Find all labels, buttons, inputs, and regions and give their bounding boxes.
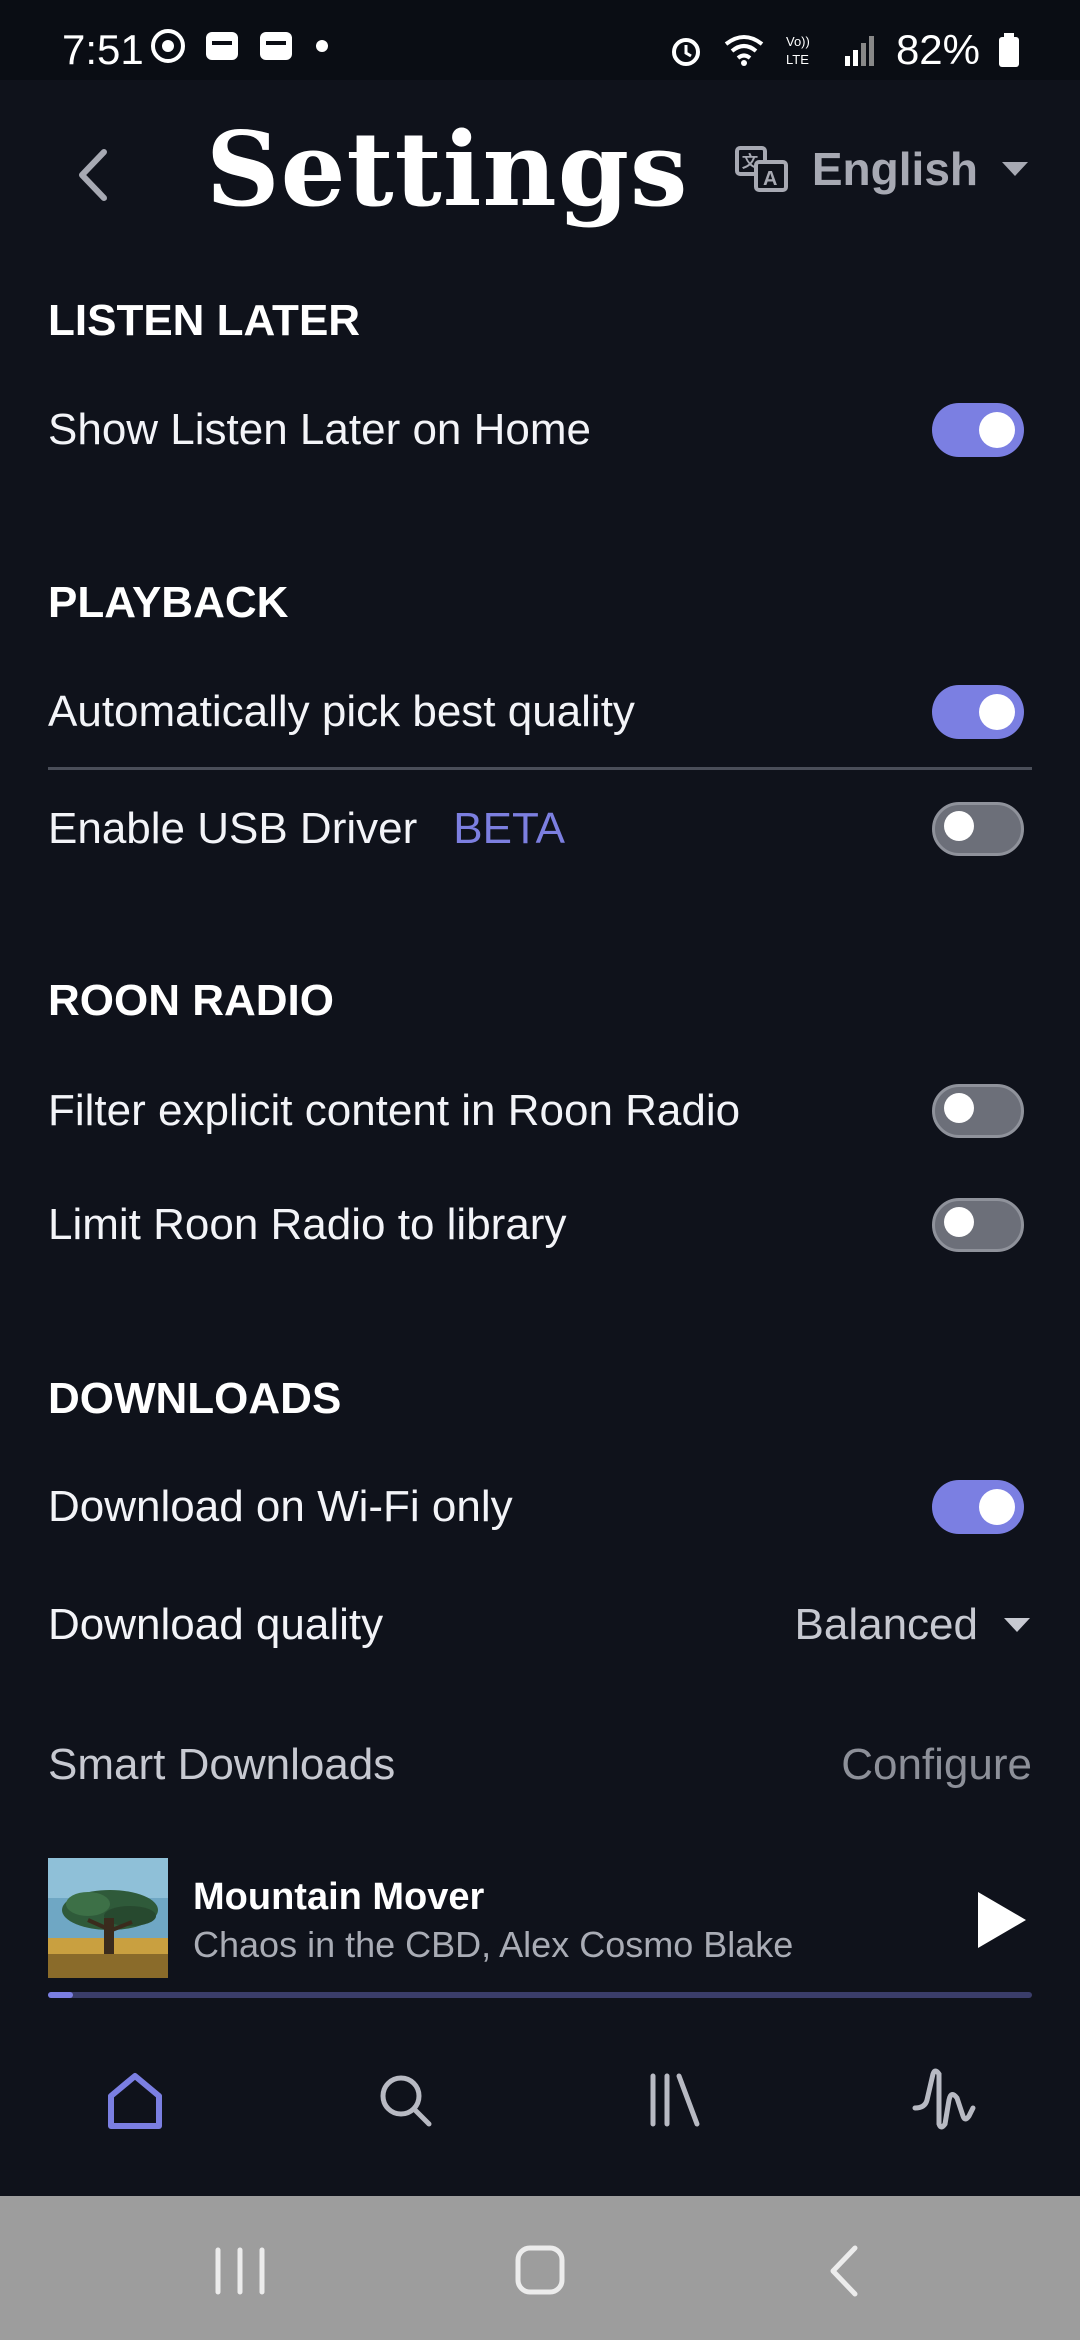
svg-text:LTE: LTE [786,52,809,67]
setting-wifi-only: Download on Wi-Fi only [48,1462,1032,1552]
setting-filter-explicit: Filter explicit content in Roon Radio [48,1066,1032,1156]
setting-smart-downloads: Smart Downloads Configure [48,1720,1032,1810]
setting-label: Download on Wi-Fi only [48,1482,513,1531]
battery-icon [999,33,1019,67]
chevron-down-icon [1004,1618,1030,1632]
battery-percent: 82% [895,26,980,73]
toggle-knob [979,694,1015,730]
signal-icon [844,36,874,66]
beta-badge: BETA [453,804,565,853]
svg-text:Vo)): Vo)) [786,34,810,49]
setting-label: Smart Downloads [48,1740,396,1789]
setting-download-quality[interactable]: Download quality Balanced [48,1580,1032,1670]
message-icon [206,32,238,60]
page-title: Settings [206,110,689,230]
search-icon[interactable] [365,2060,445,2140]
toggle-auto-quality[interactable] [932,685,1024,739]
toggle-show-listen-later[interactable] [932,403,1024,457]
setting-label: Filter explicit content in Roon Radio [48,1086,741,1135]
section-title-downloads: DOWNLOADS [48,1374,342,1423]
track-artist: Chaos in the CBD, Alex Cosmo Blake [193,1924,794,1965]
chevron-down-icon [1002,162,1028,176]
setting-label: Enable USB Driver [48,804,418,853]
home-icon[interactable] [95,2060,175,2140]
configure-button[interactable]: Configure [841,1740,1032,1790]
alarm-icon [671,38,700,66]
playback-progress-bar[interactable] [48,1992,1032,1998]
section-title-roon-radio: ROON RADIO [48,976,334,1025]
svg-text:A: A [763,168,777,190]
toggle-knob [944,1207,974,1237]
toggle-knob [979,412,1015,448]
toggle-knob [979,1489,1015,1525]
toggle-knob [944,811,974,841]
recent-apps-icon[interactable] [200,2236,280,2306]
setting-show-listen-later: Show Listen Later on Home [48,385,1032,475]
language-selector[interactable]: A文 English [734,142,1030,196]
system-back-icon[interactable] [805,2236,885,2306]
setting-limit-library: Limit Roon Radio to library [48,1180,1032,1270]
svg-text:文: 文 [742,152,759,171]
bottom-navigation [0,2030,1080,2190]
chrome-icon [151,29,185,63]
play-icon[interactable] [972,1888,1032,1952]
dot-icon [316,40,328,52]
divider [48,767,1032,770]
mini-player[interactable]: Mountain Mover Chaos in the CBD, Alex Co… [48,1858,1032,1998]
message-icon [260,32,292,60]
setting-label: Automatically pick best quality [48,687,635,736]
track-title: Mountain Mover [193,1876,485,1918]
setting-auto-quality: Automatically pick best quality [48,667,1032,757]
setting-label: Download quality [48,1600,384,1649]
section-title-playback: PLAYBACK [48,578,289,627]
toggle-knob [944,1093,974,1123]
library-icon[interactable] [635,2060,715,2140]
download-quality-dropdown[interactable]: Balanced [795,1600,1032,1650]
download-quality-value: Balanced [794,1600,978,1649]
toggle-usb-driver[interactable] [932,802,1024,856]
setting-usb-driver: Enable USB Driver BETA [48,784,1032,874]
toggle-limit-library[interactable] [932,1198,1024,1252]
translate-icon: A文 [734,146,788,192]
status-bar: 7:51 Vo)) LTE 82% [0,0,1080,80]
home-button-icon[interactable] [500,2236,580,2306]
status-time: 7:51 [62,26,144,73]
back-arrow-icon[interactable] [60,140,130,210]
header: Settings A文 English [0,80,1080,260]
album-art [48,1858,168,1978]
setting-label: Limit Roon Radio to library [48,1200,567,1249]
playback-progress-fill [48,1992,73,1998]
toggle-filter-explicit[interactable] [932,1084,1024,1138]
activity-waveform-icon[interactable] [905,2060,985,2140]
wifi-icon [724,35,764,66]
toggle-wifi-only[interactable] [932,1480,1024,1534]
language-value: English [811,143,978,195]
setting-label: Show Listen Later on Home [48,405,591,454]
system-navigation-bar [0,2196,1080,2340]
section-title-listen-later: LISTEN LATER [48,296,361,345]
volte-icon: Vo)) LTE [786,34,810,67]
